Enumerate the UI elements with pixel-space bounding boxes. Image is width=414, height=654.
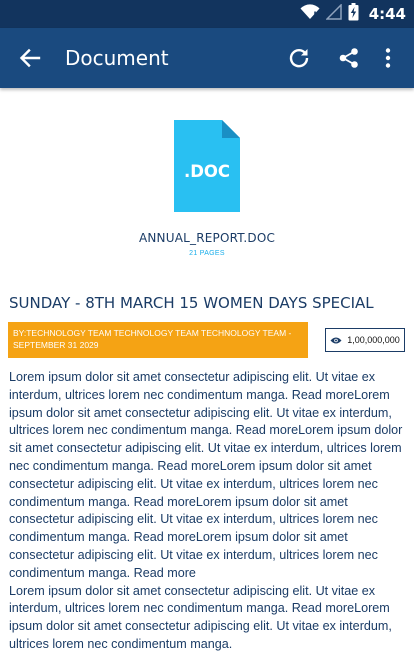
svg-text:!: ! [313, 11, 317, 20]
article-body: Lorem ipsum dolor sit amet consectetur a… [9, 369, 407, 654]
view-count-badge: 1,00,000,000 [325, 328, 405, 352]
page-count: 21 PAGES [189, 250, 225, 257]
view-count: 1,00,000,000 [347, 335, 400, 345]
page-title: Document [65, 46, 169, 70]
file-name: ANNUAL_REPORT.DOC [138, 231, 276, 245]
signal-icon [324, 2, 342, 25]
status-bar: ! 4:44 [0, 0, 414, 28]
more-options-button[interactable] [372, 42, 404, 74]
doc-file-icon: .DOC [174, 120, 240, 212]
article-paragraph: Lorem ipsum dolor sit amet consectetur a… [9, 583, 392, 651]
more-vert-icon [385, 48, 391, 68]
document-preview[interactable]: .DOC [0, 120, 414, 217]
wifi-icon: ! [300, 3, 320, 25]
article-headline: SUNDAY - 8TH MARCH 15 WOMEN DAYS SPECIAL [9, 294, 374, 312]
arrow-left-icon [19, 48, 41, 68]
battery-icon [348, 2, 359, 26]
article-paragraph: Lorem ipsum dolor sit amet consectetur a… [9, 370, 403, 580]
author-byline: BY:TECHNOLOGY TEAM TECHNOLOGY TEAM TECHN… [8, 322, 308, 358]
share-button[interactable] [333, 42, 365, 74]
eye-icon [330, 337, 342, 343]
refresh-button[interactable] [283, 42, 315, 74]
back-button[interactable] [14, 42, 46, 74]
app-toolbar: Document [0, 28, 414, 88]
share-icon [339, 48, 358, 68]
doc-icon-label: .DOC [184, 162, 230, 181]
status-time: 4:44 [368, 5, 406, 23]
status-icons: ! 4:44 [300, 0, 406, 28]
refresh-icon [289, 49, 309, 68]
